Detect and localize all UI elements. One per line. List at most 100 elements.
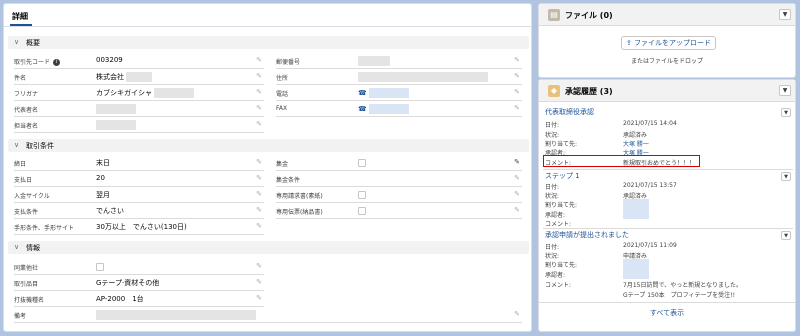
tab-active-indicator	[10, 24, 32, 26]
pencil-icon[interactable]: ✎	[256, 278, 262, 286]
field-row-subject: 件名 株式会社 ✎	[14, 70, 264, 85]
field-label: 締日	[14, 161, 27, 168]
pencil-icon[interactable]: ✎	[256, 190, 262, 198]
field-label: 備考	[14, 313, 27, 320]
approval-label: 承認者:	[545, 212, 566, 219]
field-row-machine: 打抜機種名 AP-2000 1台 ✎	[14, 292, 264, 307]
pencil-icon[interactable]: ✎	[514, 104, 520, 112]
section-overview-header[interactable]: ∨ 概要	[8, 36, 529, 49]
redacted-block	[96, 104, 136, 114]
competitor-checkbox[interactable]	[96, 263, 104, 271]
pencil-icon[interactable]: ✎	[256, 88, 262, 96]
field-label: 代表者名	[14, 107, 39, 114]
field-value: 30万以上 でんさい(130日)	[96, 223, 187, 231]
approval-label: 日付:	[545, 244, 560, 251]
pencil-icon[interactable]: ✎	[256, 222, 262, 230]
approval-label: 日付:	[545, 122, 560, 129]
field-value: でんさい	[96, 207, 124, 215]
delivery-slip-checkbox[interactable]	[358, 207, 366, 215]
chevron-down-icon[interactable]: ▼	[781, 172, 791, 181]
pencil-icon[interactable]: ✎	[514, 72, 520, 80]
field-label: 打抜機種名	[14, 297, 45, 304]
approval-card-header: ◆ 承認履歴 (3) ▼	[539, 80, 795, 102]
pencil-icon[interactable]: ✎	[256, 174, 262, 182]
field-label: 担当者名	[14, 123, 39, 130]
field-value: 翌月	[96, 191, 110, 199]
chevron-down-icon[interactable]: ▼	[779, 85, 791, 96]
chevron-down-icon[interactable]: ▼	[779, 9, 791, 20]
pencil-icon[interactable]: ✎	[514, 206, 520, 214]
field-label: 専用請求書(素紙)	[276, 193, 323, 200]
files-card-title[interactable]: ファイル (0)	[565, 10, 613, 21]
collection-checkbox[interactable]	[358, 159, 366, 167]
field-row-collection-terms: 集金条件 ✎	[276, 172, 522, 187]
section-title: 概要	[26, 39, 40, 47]
pencil-icon[interactable]: ✎	[256, 104, 262, 112]
field-row-contact: 担当者名 ✎	[14, 118, 264, 133]
pencil-icon[interactable]: ✎	[256, 56, 262, 64]
redacted-link[interactable]	[368, 104, 409, 114]
approval-step-link[interactable]: 代表取締役承認	[545, 107, 594, 117]
approval-value: 2021/07/15 14:04	[623, 120, 677, 127]
assignee-link[interactable]: 大塚 勝一	[623, 139, 649, 148]
invoice-paper-checkbox[interactable]	[358, 191, 366, 199]
field-row-delivery-slip: 専用伝票(納品書) ✎	[276, 204, 522, 219]
pencil-icon[interactable]: ✎	[514, 88, 520, 96]
pencil-icon[interactable]: ✎	[514, 310, 520, 318]
field-row-fax: FAX ☎ ✎	[276, 102, 522, 117]
pencil-icon[interactable]: ✎	[514, 174, 520, 182]
pencil-icon[interactable]: ✎	[256, 294, 262, 302]
chevron-down-icon: ∨	[14, 141, 20, 149]
pencil-icon[interactable]: ✎	[256, 72, 262, 80]
approval-step-link[interactable]: 承認申請が提出されました	[545, 230, 629, 240]
field-value: AP-2000 1台	[96, 295, 144, 303]
section-info-header[interactable]: ∨ 情報	[8, 241, 529, 254]
view-all-link[interactable]: すべて表示	[539, 308, 795, 318]
field-value: カブシキガイシャ	[96, 89, 152, 97]
upload-files-button[interactable]: ⇪ ファイルをアップロード	[621, 36, 716, 50]
approval-step-link[interactable]: ステップ 1	[545, 171, 580, 181]
phone-icon[interactable]: ☎	[358, 105, 367, 113]
chevron-down-icon[interactable]: ▼	[781, 108, 791, 117]
pencil-icon[interactable]: ✎	[514, 56, 520, 64]
files-card: ▤ ファイル (0) ▼ ⇪ ファイルをアップロード またはファイルをドロップ	[538, 3, 796, 78]
redacted-link[interactable]	[623, 199, 649, 209]
field-row-competitor: 同業他社 ✎	[14, 260, 264, 275]
section-terms-header[interactable]: ∨ 取引条件	[8, 139, 529, 152]
tab-detail[interactable]: 詳細	[12, 11, 28, 22]
approval-label: 日付:	[545, 184, 560, 191]
redacted-link[interactable]	[623, 259, 649, 269]
redacted-block	[126, 72, 153, 82]
chevron-down-icon: ∨	[14, 38, 20, 46]
field-row-payment-cycle: 入金サイクル 翌月 ✎	[14, 188, 264, 203]
field-label: 取引先コード	[14, 59, 51, 66]
pencil-icon[interactable]: ✎	[514, 190, 520, 198]
field-label: 集金	[276, 161, 289, 168]
divider	[543, 169, 793, 170]
field-value: 003209	[96, 56, 123, 64]
pencil-icon[interactable]: ✎	[256, 262, 262, 270]
phone-icon[interactable]: ☎	[358, 89, 367, 97]
redacted-link[interactable]	[623, 209, 649, 219]
field-row-bill-terms: 手形条件、手形サイト 30万以上 でんさい(130日) ✎	[14, 220, 264, 235]
field-row-postal-code: 郵便番号 ✎	[276, 54, 522, 69]
field-value: Gテープ·資材その他	[96, 279, 160, 287]
redacted-block	[96, 310, 256, 320]
pencil-icon[interactable]: ✎	[256, 158, 262, 166]
section-title: 情報	[26, 244, 40, 252]
field-row-collection: 集金 ✎	[276, 156, 522, 171]
detail-panel: 詳細 ∨ 概要 取引先コード i 003209 ✎ 件名 株式会社 ✎ フリガナ …	[3, 3, 532, 332]
field-row-payment-terms: 支払条件 でんさい ✎	[14, 204, 264, 219]
redacted-block	[358, 56, 390, 66]
chevron-down-icon[interactable]: ▼	[781, 231, 791, 240]
field-label: 取引品目	[14, 281, 39, 288]
approval-value: 2021/07/15 11:09	[623, 242, 677, 249]
redacted-link[interactable]	[368, 88, 409, 98]
approval-comment-line2: Gテープ 150本 プロフィテープを受注!!	[623, 292, 735, 299]
pencil-icon[interactable]: ✎	[514, 158, 520, 166]
pencil-icon[interactable]: ✎	[256, 206, 262, 214]
info-icon[interactable]: i	[53, 59, 61, 66]
approval-card-title[interactable]: 承認履歴 (3)	[565, 86, 613, 97]
pencil-icon[interactable]: ✎	[256, 120, 262, 128]
redacted-link[interactable]	[623, 269, 649, 279]
